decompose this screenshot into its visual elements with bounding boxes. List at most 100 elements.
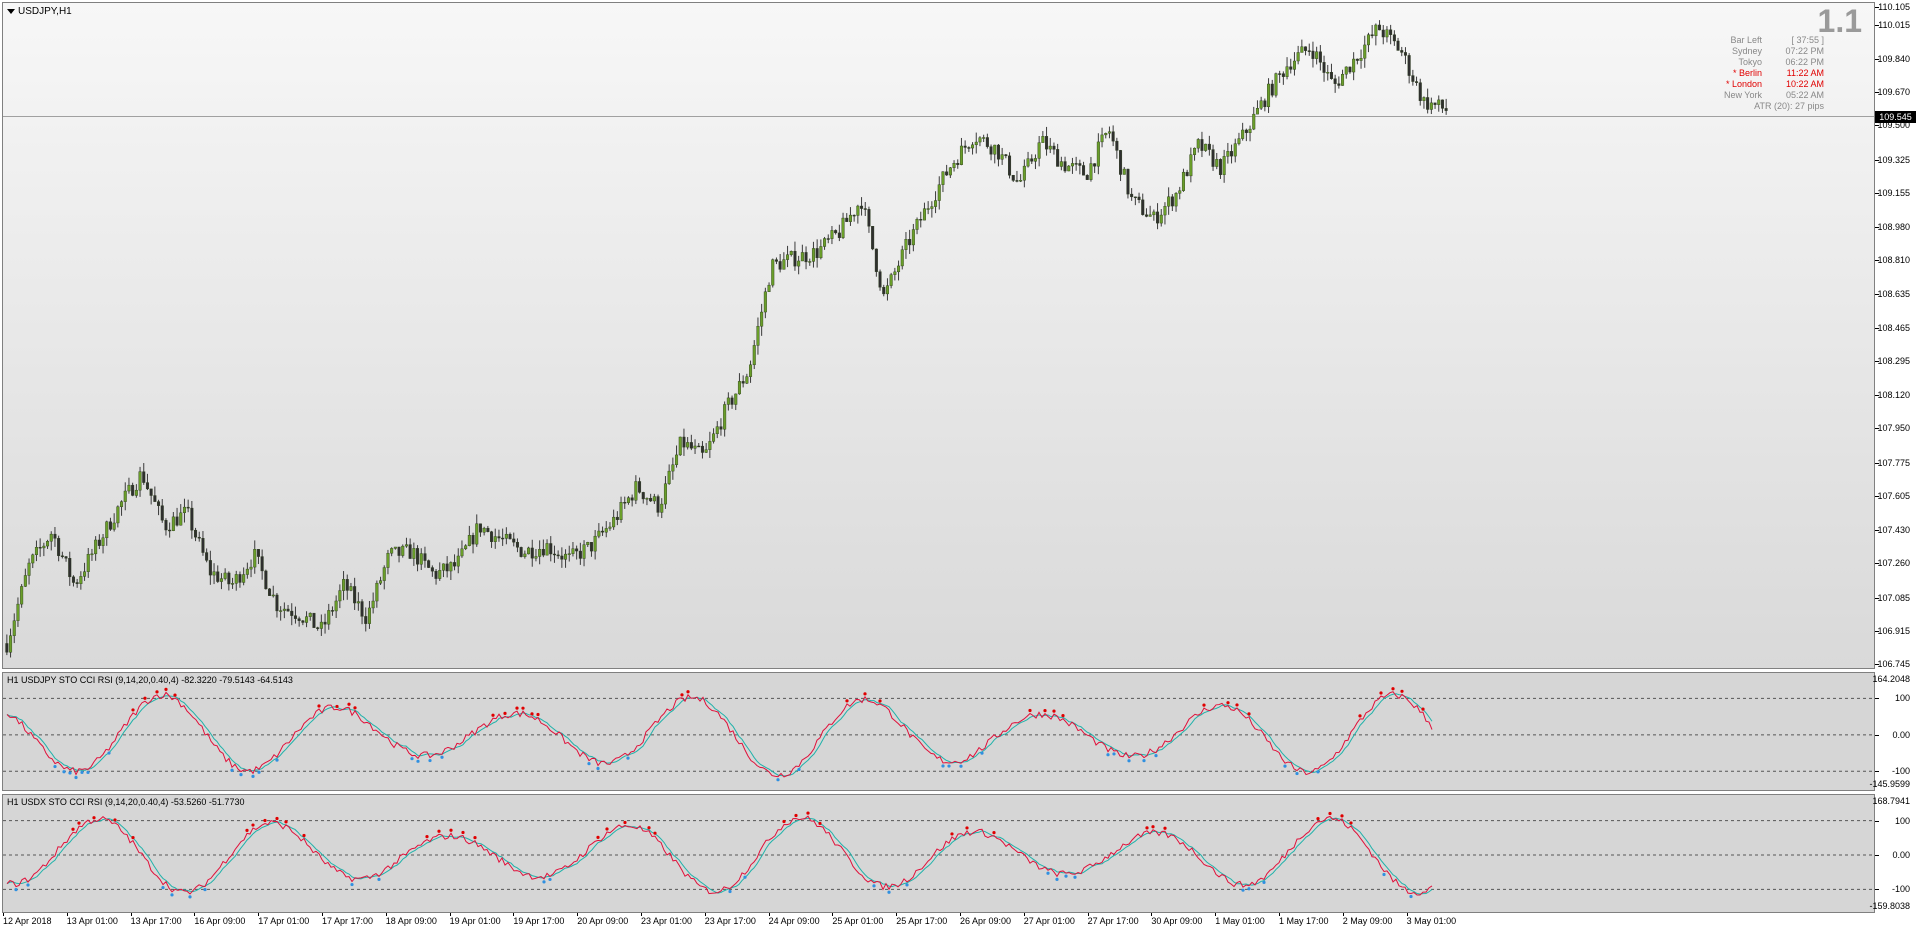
session-name: New York <box>1723 90 1762 100</box>
price-axis-label: 108.980 <box>1877 221 1910 232</box>
candle-body <box>1045 136 1049 150</box>
candle-body <box>527 547 531 555</box>
candle-body <box>619 502 623 520</box>
trough-dot <box>62 770 66 774</box>
candle-body <box>534 556 538 559</box>
candle-body <box>771 259 775 286</box>
candle-body <box>1004 154 1008 157</box>
candle-body <box>826 238 830 240</box>
candle-body <box>68 558 72 578</box>
dropdown-triangle-icon[interactable] <box>7 9 15 14</box>
candle-body <box>308 612 312 617</box>
candle-body <box>475 523 479 545</box>
candle-body <box>97 539 101 546</box>
candle-body <box>1196 139 1200 149</box>
candle-body <box>823 238 827 247</box>
candle-body <box>1381 29 1385 38</box>
indicator-pane-usdx[interactable]: H1 USDX STO CCI RSI (9,14,20,0.40,4) -53… <box>2 794 1875 913</box>
price-chart-pane[interactable]: USDJPY,H1 1.1 Bar Left [ 37:55 ] Sydney 07:… <box>2 2 1875 669</box>
candle-body <box>1137 196 1141 201</box>
indicator-axis-usdjpy[interactable]: 164.2048 100 0.00 -100 -145.9599 <box>1869 672 1916 791</box>
candle-body <box>282 608 286 611</box>
peak-dot <box>1340 814 1344 818</box>
candle-body <box>1237 138 1241 144</box>
candle-body <box>504 533 508 539</box>
indicator-pane-usdjpy[interactable]: H1 USDJPY STO CCI RSI (9,14,20,0.40,4) -… <box>2 672 1875 791</box>
time-axis-label: 12 Apr 2018 <box>3 916 52 926</box>
candle-body <box>1093 163 1097 167</box>
trough-dot <box>1262 880 1266 884</box>
candle-body <box>79 576 83 584</box>
session-time: 07:22 PM <box>1785 46 1824 56</box>
candle-body <box>564 553 568 560</box>
candle-body <box>730 397 734 405</box>
peak-dot <box>1358 714 1362 718</box>
symbol-title[interactable]: USDJPY,H1 <box>7 6 72 17</box>
candle-body <box>845 217 849 222</box>
candle-body <box>749 364 753 377</box>
candle-body <box>260 556 264 572</box>
candle-body <box>741 381 745 384</box>
time-axis-label: 20 Apr 09:00 <box>577 916 629 926</box>
candle-body <box>1215 159 1219 167</box>
candle-body <box>1193 147 1197 155</box>
candle-body <box>908 239 912 246</box>
peak-dot <box>1316 817 1320 821</box>
indicator-axis-usdx[interactable]: 168.7941 100 0.00 -100 -159.8038 <box>1869 794 1916 913</box>
candle-body <box>993 144 997 155</box>
candle-body <box>1130 193 1134 198</box>
candle-body <box>867 209 871 227</box>
peak-dot <box>284 820 288 824</box>
candle-body <box>168 529 172 532</box>
price-axis[interactable]: 110.105 110.015 109.840 109.670 109.500 109.3… <box>1875 0 1916 670</box>
candle-body <box>945 171 949 176</box>
candle-body <box>704 449 708 453</box>
candle-body <box>1415 81 1419 83</box>
peak-dot <box>1061 714 1065 718</box>
oscillator-line <box>6 691 1433 778</box>
trough-dot <box>14 888 18 892</box>
candle-body <box>675 454 679 465</box>
peak-dot <box>251 823 255 827</box>
candle-body <box>423 553 427 561</box>
trough-dot <box>1295 771 1299 776</box>
price-axis-label: 108.120 <box>1877 390 1910 401</box>
candle-body <box>586 542 590 545</box>
candle-body <box>582 544 586 559</box>
price-axis-label: 107.605 <box>1877 490 1910 501</box>
candle-body <box>153 495 157 502</box>
candle-body <box>552 553 556 556</box>
candle-body <box>1107 131 1111 134</box>
candle-body <box>1163 206 1167 216</box>
trough-dot <box>161 885 165 890</box>
time-axis[interactable]: 12 Apr 2018 13 Apr 01:00 13 Apr 17:00 16 Ap… <box>0 913 1916 933</box>
candle-body <box>27 562 31 576</box>
trough-dot <box>728 889 732 894</box>
price-axis-label: 108.465 <box>1877 322 1910 333</box>
candle-body <box>120 501 124 507</box>
candle-body <box>393 546 397 549</box>
axis-tick <box>1875 734 1879 736</box>
candle-body <box>626 497 630 503</box>
candle-body <box>327 610 331 625</box>
candle-body <box>275 594 279 612</box>
session-time: 06:22 PM <box>1785 57 1824 67</box>
candle-body <box>789 251 793 255</box>
trough-dot <box>947 764 951 768</box>
candle-body <box>763 291 767 313</box>
candle-body <box>334 600 338 612</box>
time-axis-label: 23 Apr 01:00 <box>641 916 693 926</box>
candle-body <box>190 507 194 531</box>
price-axis-label: 106.915 <box>1877 625 1910 636</box>
candle-body <box>737 381 741 395</box>
peak-dot <box>623 820 627 825</box>
candle-body <box>416 548 420 565</box>
candle-body <box>1274 73 1278 96</box>
candle-body <box>567 553 571 555</box>
indicator-min-label: -145.9599 <box>1869 779 1910 789</box>
time-axis-label: 23 Apr 17:00 <box>704 916 756 926</box>
candle-body <box>441 563 445 571</box>
candle-body <box>808 261 812 263</box>
candle-body <box>249 566 253 570</box>
candle-body <box>182 506 186 514</box>
